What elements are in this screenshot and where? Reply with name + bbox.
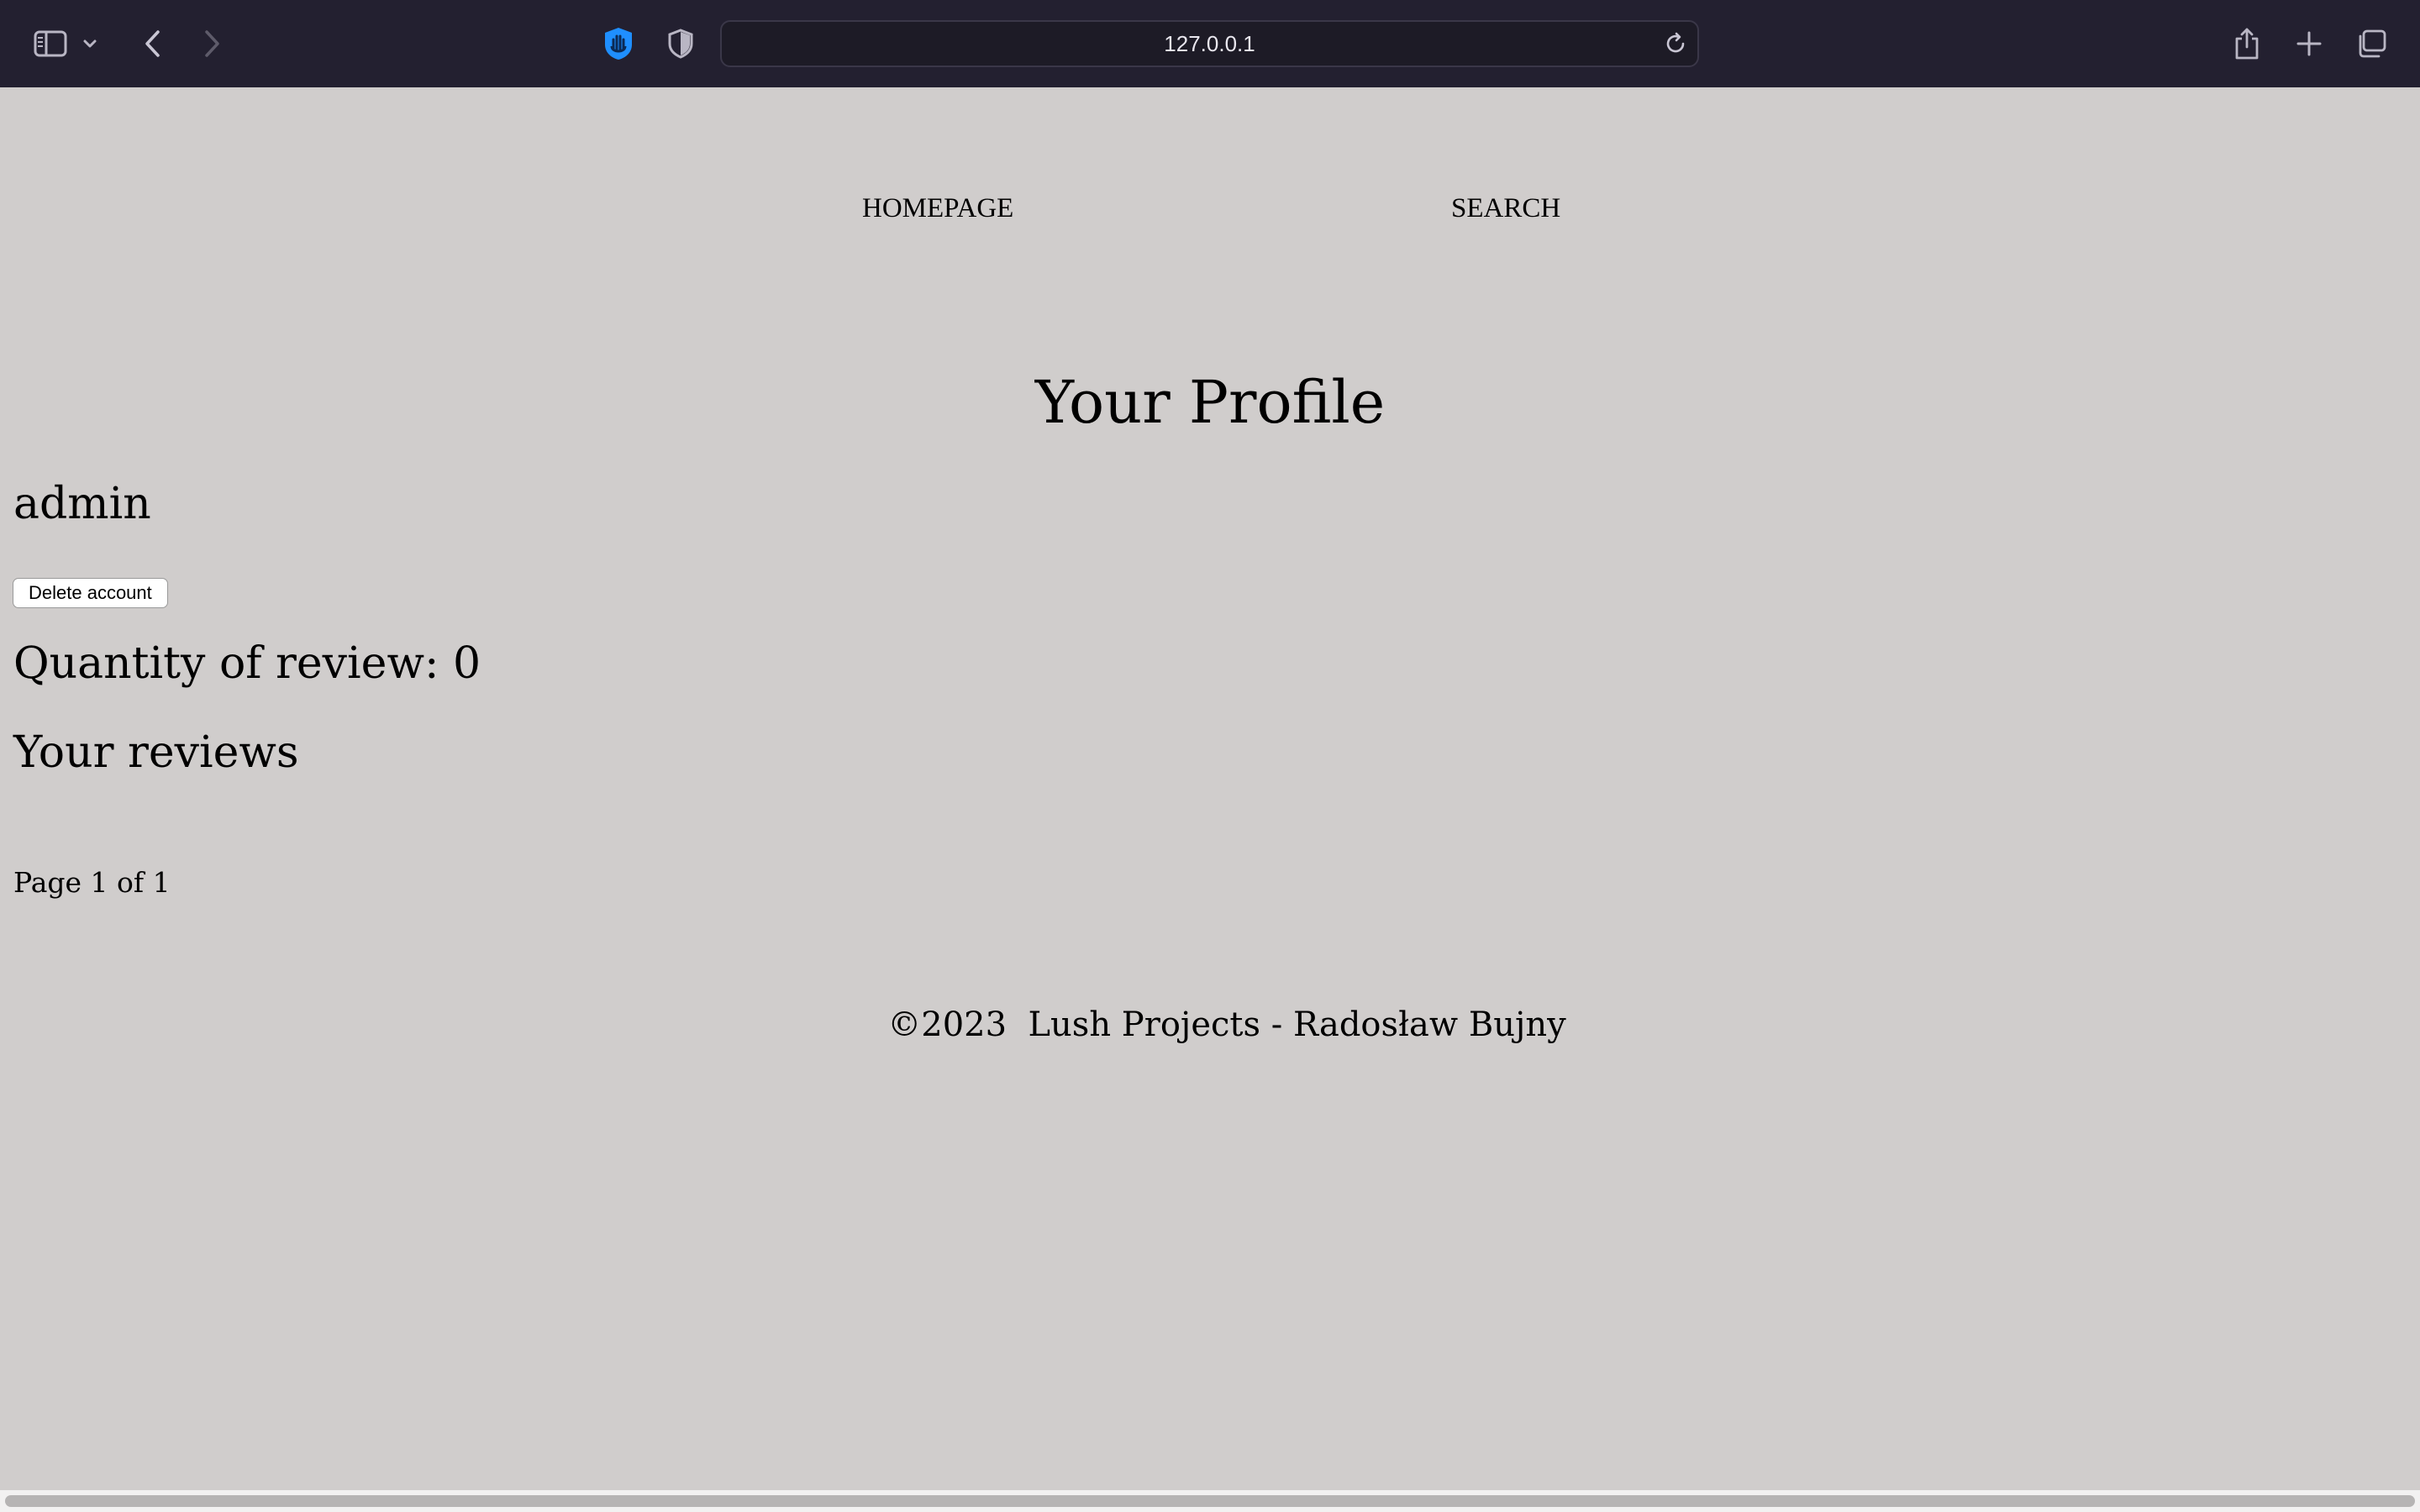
hand-shield-icon[interactable] <box>597 22 640 66</box>
footer-text: ©2023 Lush Projects - Radosław Bujny <box>887 1005 1566 1044</box>
chevron-down-icon[interactable] <box>76 22 104 66</box>
horizontal-scrollbar[interactable] <box>0 1490 2420 1512</box>
page-title: Your Profile <box>1034 368 1386 437</box>
nav-search-link[interactable]: SEARCH <box>1451 193 1560 224</box>
plus-icon[interactable] <box>2287 22 2331 66</box>
review-quantity: Quantity of review: 0 <box>13 638 481 689</box>
chevron-left-icon[interactable] <box>131 22 175 66</box>
delete-account-button[interactable]: Delete account <box>13 578 168 608</box>
sidebar-icon[interactable] <box>29 22 72 66</box>
reload-icon[interactable] <box>1662 30 1689 57</box>
scrollbar-thumb[interactable] <box>5 1495 2415 1507</box>
reviews-heading: Your reviews <box>13 727 299 778</box>
username: admin <box>13 479 151 529</box>
shield-icon[interactable] <box>659 22 702 66</box>
page-content: HOMEPAGE SEARCH Your Profile admin Delet… <box>0 87 2420 1490</box>
footer: ©2023 Lush Projects - Radosław Bujny <box>0 1008 2420 1042</box>
browser-toolbar: 127.0.0.1 <box>0 0 2420 87</box>
address-bar[interactable]: 127.0.0.1 <box>720 20 1699 67</box>
pagination-status: Page 1 of 1 <box>13 866 171 899</box>
tabs-overview-icon[interactable] <box>2349 22 2393 66</box>
chevron-right-icon[interactable] <box>190 22 234 66</box>
nav-homepage-link[interactable]: HOMEPAGE <box>862 193 1013 224</box>
url-text: 127.0.0.1 <box>1164 30 1255 56</box>
share-icon[interactable] <box>2225 22 2269 66</box>
